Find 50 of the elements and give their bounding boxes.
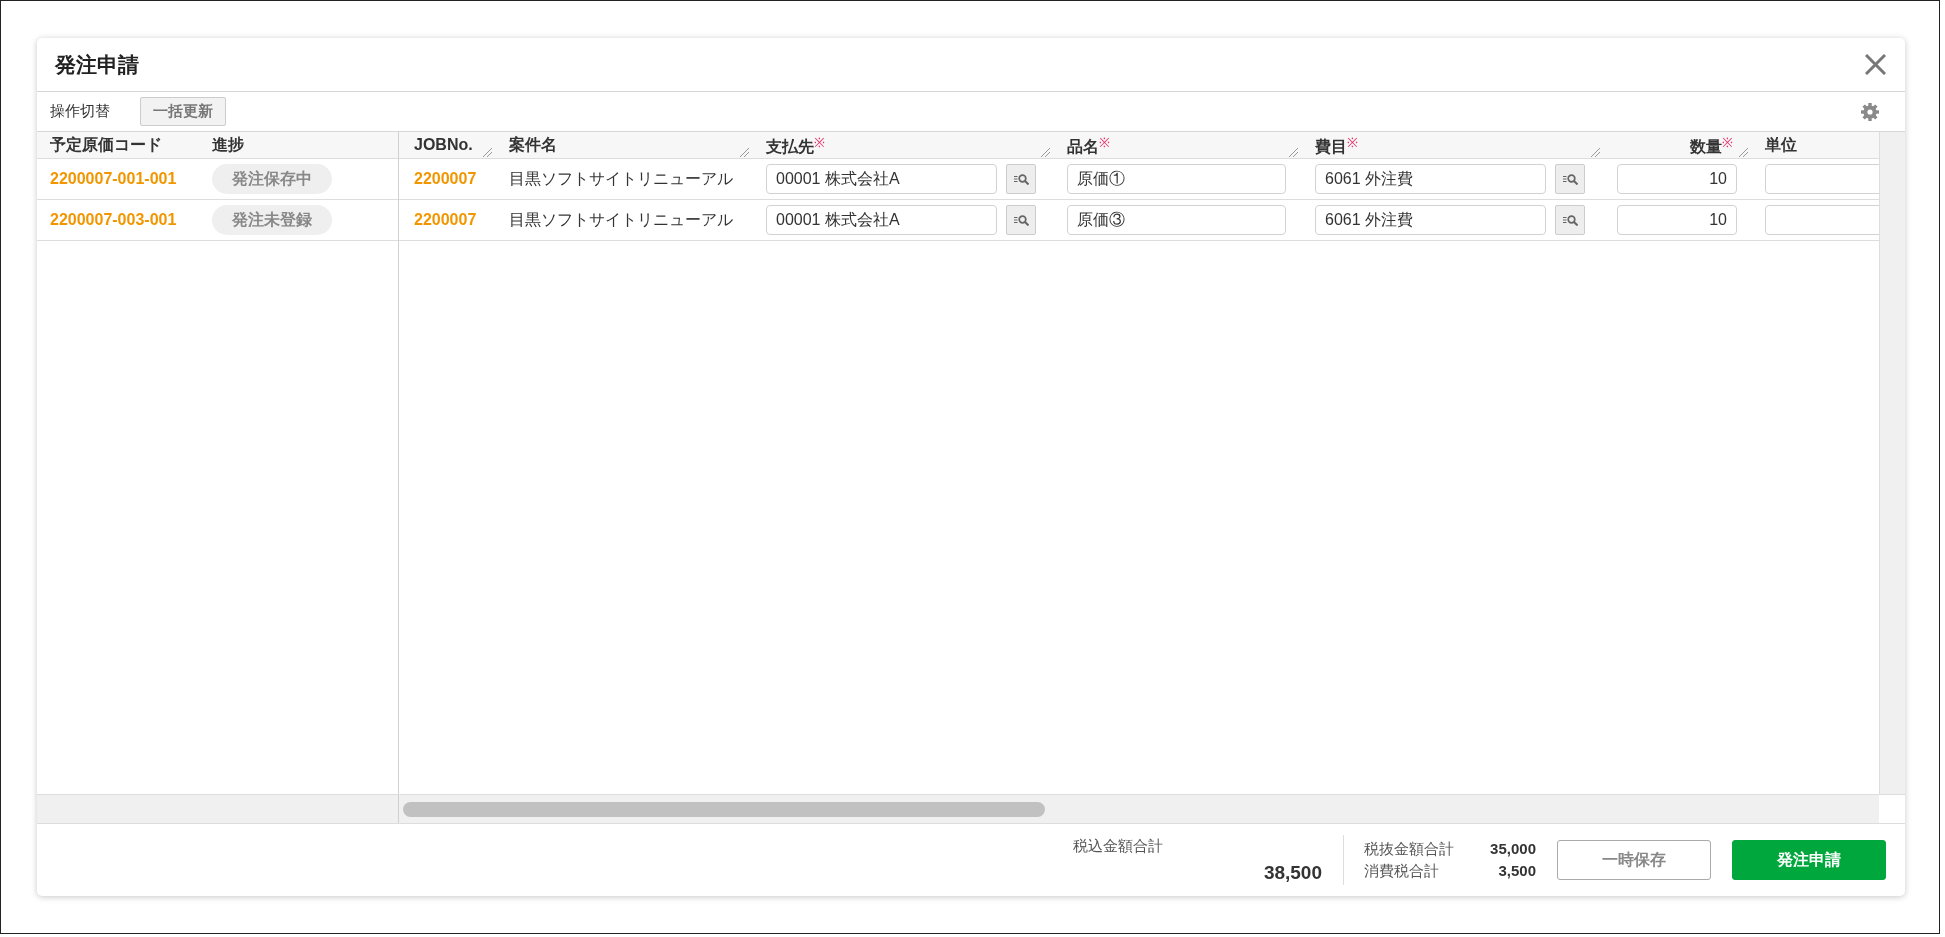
lookup-button[interactable]	[1006, 205, 1036, 235]
column-header: 数量$^{※}$	[1690, 133, 1733, 157]
subtotal-value: 35,000	[1490, 839, 1536, 859]
quantity-field[interactable]: 10	[1617, 205, 1737, 235]
search-icon	[1562, 173, 1578, 185]
lookup-button[interactable]	[1555, 164, 1585, 194]
subtotal-value: 3,500	[1498, 861, 1536, 881]
resize-handle-icon[interactable]	[1289, 148, 1298, 157]
item-name-field[interactable]: 原価③	[1067, 205, 1286, 235]
bulk-update-button[interactable]: 一括更新	[140, 97, 226, 126]
column-header: 進捗	[212, 134, 244, 155]
resize-handle-icon[interactable]	[483, 148, 492, 157]
project-name: 目黒ソフトサイトリニューアル	[509, 209, 733, 230]
item-name-field[interactable]: 原価①	[1067, 164, 1286, 194]
column-header: 単位	[1765, 134, 1797, 155]
subtotal-label: 税抜金額合計	[1364, 839, 1455, 859]
search-icon	[1562, 214, 1578, 226]
search-icon	[1013, 173, 1029, 185]
payee-field[interactable]: 00001 株式会社A	[766, 164, 997, 194]
resize-handle-icon[interactable]	[1739, 148, 1748, 157]
close-icon[interactable]	[1865, 54, 1886, 75]
lookup-button[interactable]	[1555, 205, 1585, 235]
column-header: 予定原価コード	[50, 134, 162, 155]
settings-icon[interactable]	[1861, 102, 1879, 121]
unit-field[interactable]	[1765, 164, 1879, 194]
dialog-title: 発注申請	[55, 51, 139, 78]
expense-item-field[interactable]: 6061 外注費	[1315, 164, 1546, 194]
total-label: 税込金額合計	[1073, 836, 1163, 856]
column-header: 案件名	[509, 134, 557, 155]
scrollbar-thumb[interactable]	[403, 801, 1045, 817]
payee-field[interactable]: 00001 株式会社A	[766, 205, 997, 235]
project-name: 目黒ソフトサイトリニューアル	[509, 168, 733, 189]
column-header: JOBNo.	[414, 136, 473, 154]
resize-handle-icon[interactable]	[1041, 148, 1050, 157]
toolbar-label: 操作切替	[50, 102, 110, 121]
quantity-field[interactable]: 10	[1617, 164, 1737, 194]
subtotal-label: 消費税合計	[1364, 861, 1440, 881]
resize-handle-icon[interactable]	[740, 148, 749, 157]
lookup-button[interactable]	[1006, 164, 1036, 194]
column-header: 品名$^{※}$	[1067, 133, 1110, 157]
column-header: 支払先$^{※}$	[766, 133, 825, 157]
status-badge: 発注未登録	[212, 205, 332, 235]
column-header: 費目$^{※}$	[1315, 133, 1358, 157]
unit-field[interactable]	[1765, 205, 1879, 235]
total-value: 38,500	[1263, 861, 1322, 885]
save-draft-button[interactable]: 一時保存	[1557, 840, 1711, 880]
search-icon	[1013, 214, 1029, 226]
status-badge: 発注保存中	[212, 164, 332, 194]
resize-handle-icon[interactable]	[1591, 148, 1600, 157]
expense-item-field[interactable]: 6061 外注費	[1315, 205, 1546, 235]
